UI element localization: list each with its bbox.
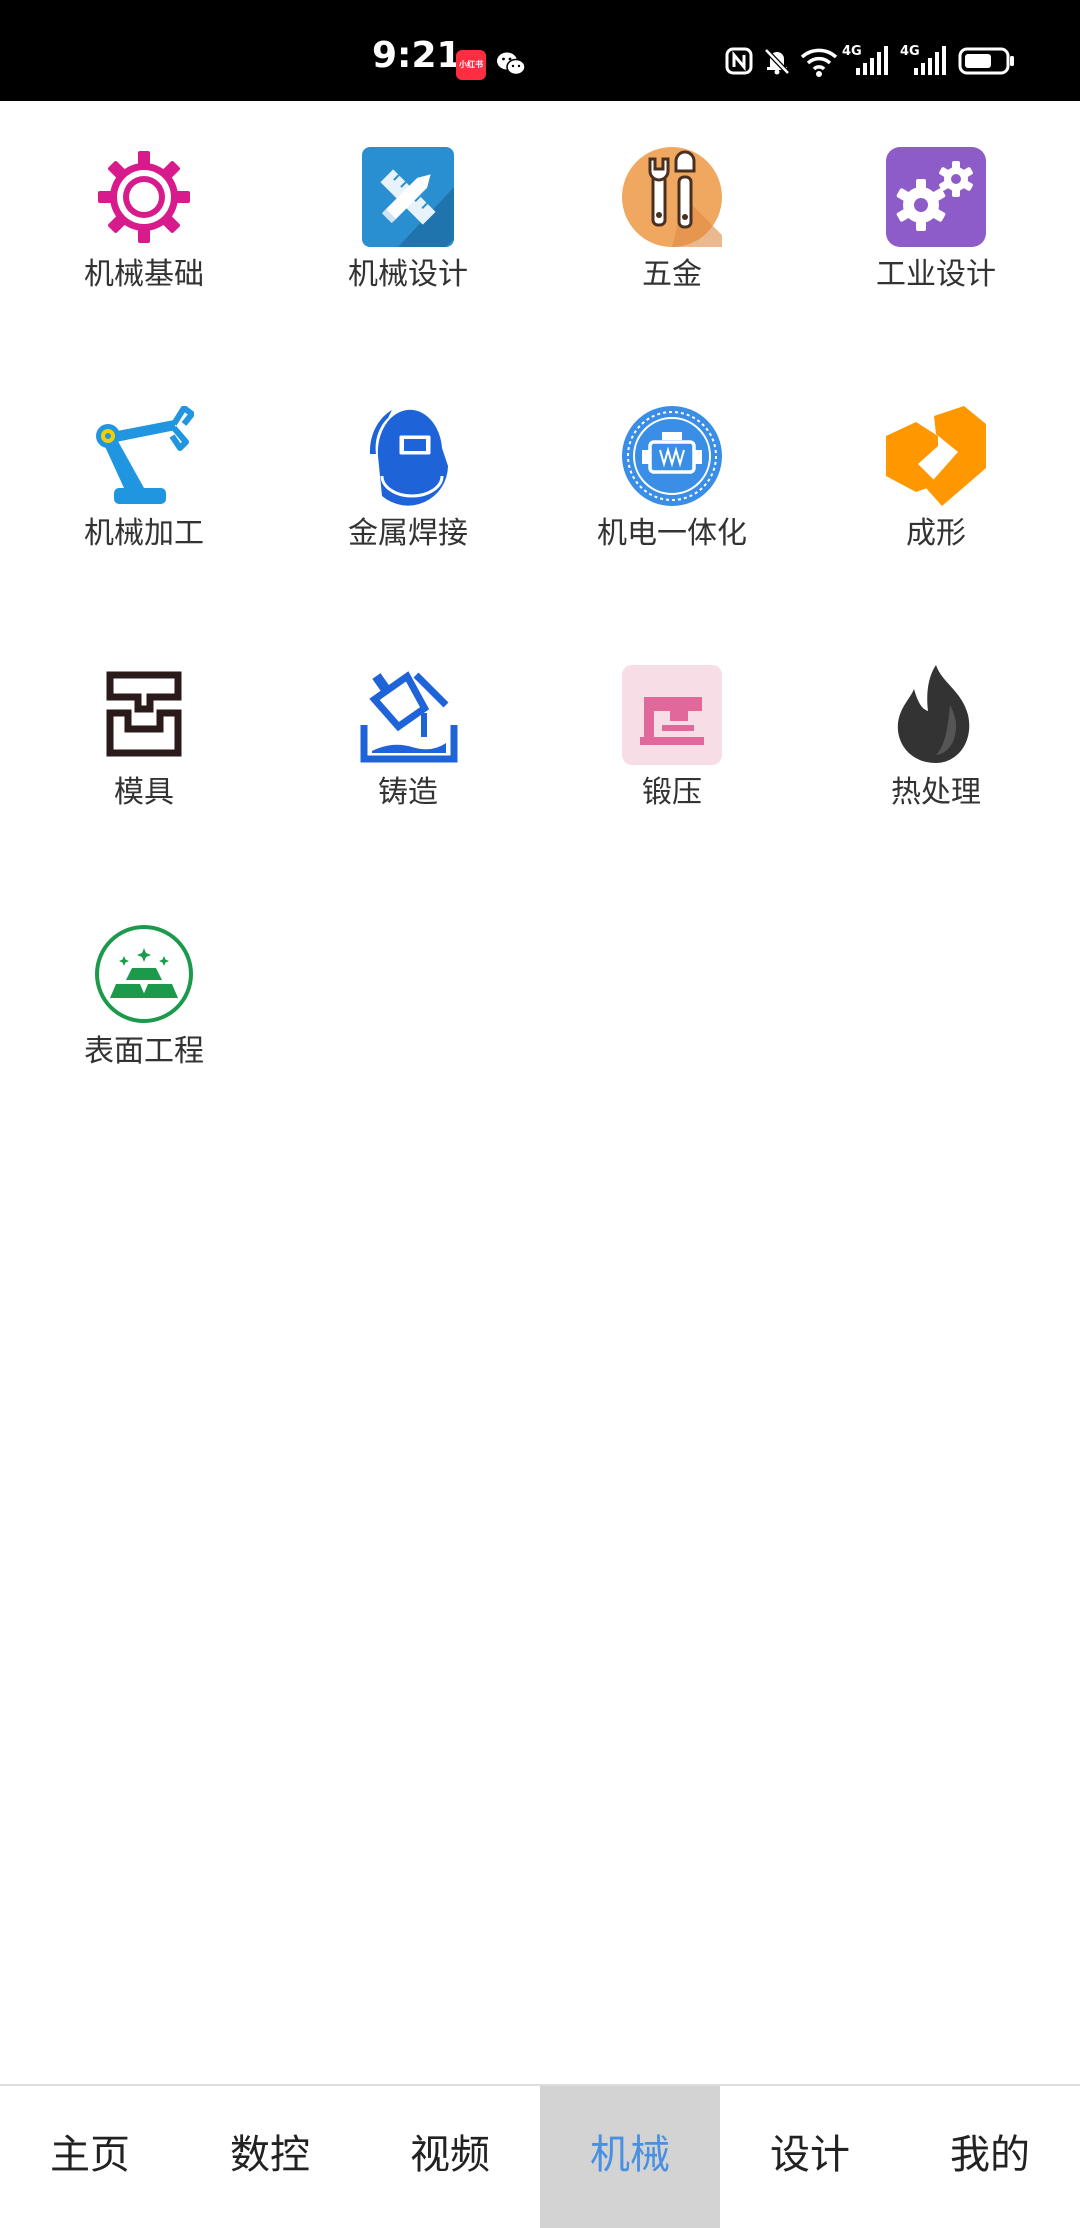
grid-item-label: 热处理 — [891, 775, 981, 810]
grid-item-heat-treatment[interactable]: 热处理 — [804, 665, 1068, 865]
grid-item-surface-engineering[interactable]: 表面工程 — [12, 924, 276, 1124]
tab-cnc[interactable]: 数控 — [180, 2086, 360, 2228]
grid-item-metal-welding[interactable]: 金属焊接 — [276, 406, 540, 606]
grid-item-label: 铸造 — [378, 775, 438, 810]
flame-icon — [897, 665, 970, 763]
forging-press-icon — [622, 665, 722, 765]
nfc-icon — [725, 47, 753, 75]
pencil-ruler-icon — [362, 147, 454, 247]
tab-machinery[interactable]: 机械 — [540, 2086, 720, 2228]
xiaohongshu-icon: 小红书 — [456, 50, 486, 80]
grid-item-industrial-design[interactable]: 工业设计 — [804, 147, 1068, 347]
grid-item-label: 机械设计 — [348, 257, 468, 292]
bottom-nav: 主页 数控 视频 机械 设计 我的 — [0, 2084, 1080, 2228]
grid-item-label: 模具 — [114, 775, 174, 810]
tab-design[interactable]: 设计 — [720, 2086, 900, 2228]
grid-item-label: 机电一体化 — [597, 516, 747, 551]
battery-icon — [958, 47, 1014, 75]
grid-item-label: 工业设计 — [876, 257, 996, 292]
mute-bell-icon — [764, 48, 790, 75]
mold-icon — [106, 671, 182, 757]
wifi-icon — [800, 48, 838, 77]
grid-item-hardware[interactable]: 五金 — [540, 147, 804, 347]
casting-icon — [360, 671, 458, 763]
wechat-icon — [497, 52, 526, 76]
grid-item-label: 机械加工 — [84, 516, 204, 551]
signal-icon — [856, 46, 888, 75]
welding-helmet-icon — [369, 409, 448, 506]
grid-item-forging[interactable]: 锻压 — [540, 665, 804, 865]
grid-item-mechanical-design[interactable]: 机械设计 — [276, 147, 540, 347]
grid-item-label: 机械基础 — [84, 257, 204, 292]
gear-icon — [98, 151, 190, 243]
grid-item-casting[interactable]: 铸造 — [276, 665, 540, 865]
gold-bars-icon — [95, 925, 193, 1023]
status-time: 9:21 — [372, 35, 462, 76]
grid-item-label: 五金 — [642, 257, 702, 292]
robot-arm-icon — [96, 406, 194, 504]
grid-item-label: 金属焊接 — [348, 516, 468, 551]
grid-item-mold[interactable]: 模具 — [12, 665, 276, 865]
tab-mine[interactable]: 我的 — [900, 2086, 1080, 2228]
grid-item-label: 锻压 — [642, 775, 702, 810]
tab-video[interactable]: 视频 — [360, 2086, 540, 2228]
gears-icon — [886, 147, 986, 247]
signal-icon-2 — [914, 46, 946, 75]
grid-item-mechatronics[interactable]: 机电一体化 — [540, 406, 804, 606]
tab-home[interactable]: 主页 — [0, 2086, 180, 2228]
wrench-icon — [622, 147, 722, 247]
grid-item-forming[interactable]: 成形 — [804, 406, 1068, 606]
engine-icon — [622, 406, 722, 506]
status-bar: 9:21 小红书 4G 4G — [0, 0, 1080, 101]
grid-item-label: 成形 — [906, 516, 966, 551]
grid-item-machining[interactable]: 机械加工 — [12, 406, 276, 606]
grid-item-label: 表面工程 — [84, 1034, 204, 1069]
grid-item-mechanical-basics[interactable]: 机械基础 — [12, 147, 276, 347]
forming-icon — [886, 406, 986, 506]
